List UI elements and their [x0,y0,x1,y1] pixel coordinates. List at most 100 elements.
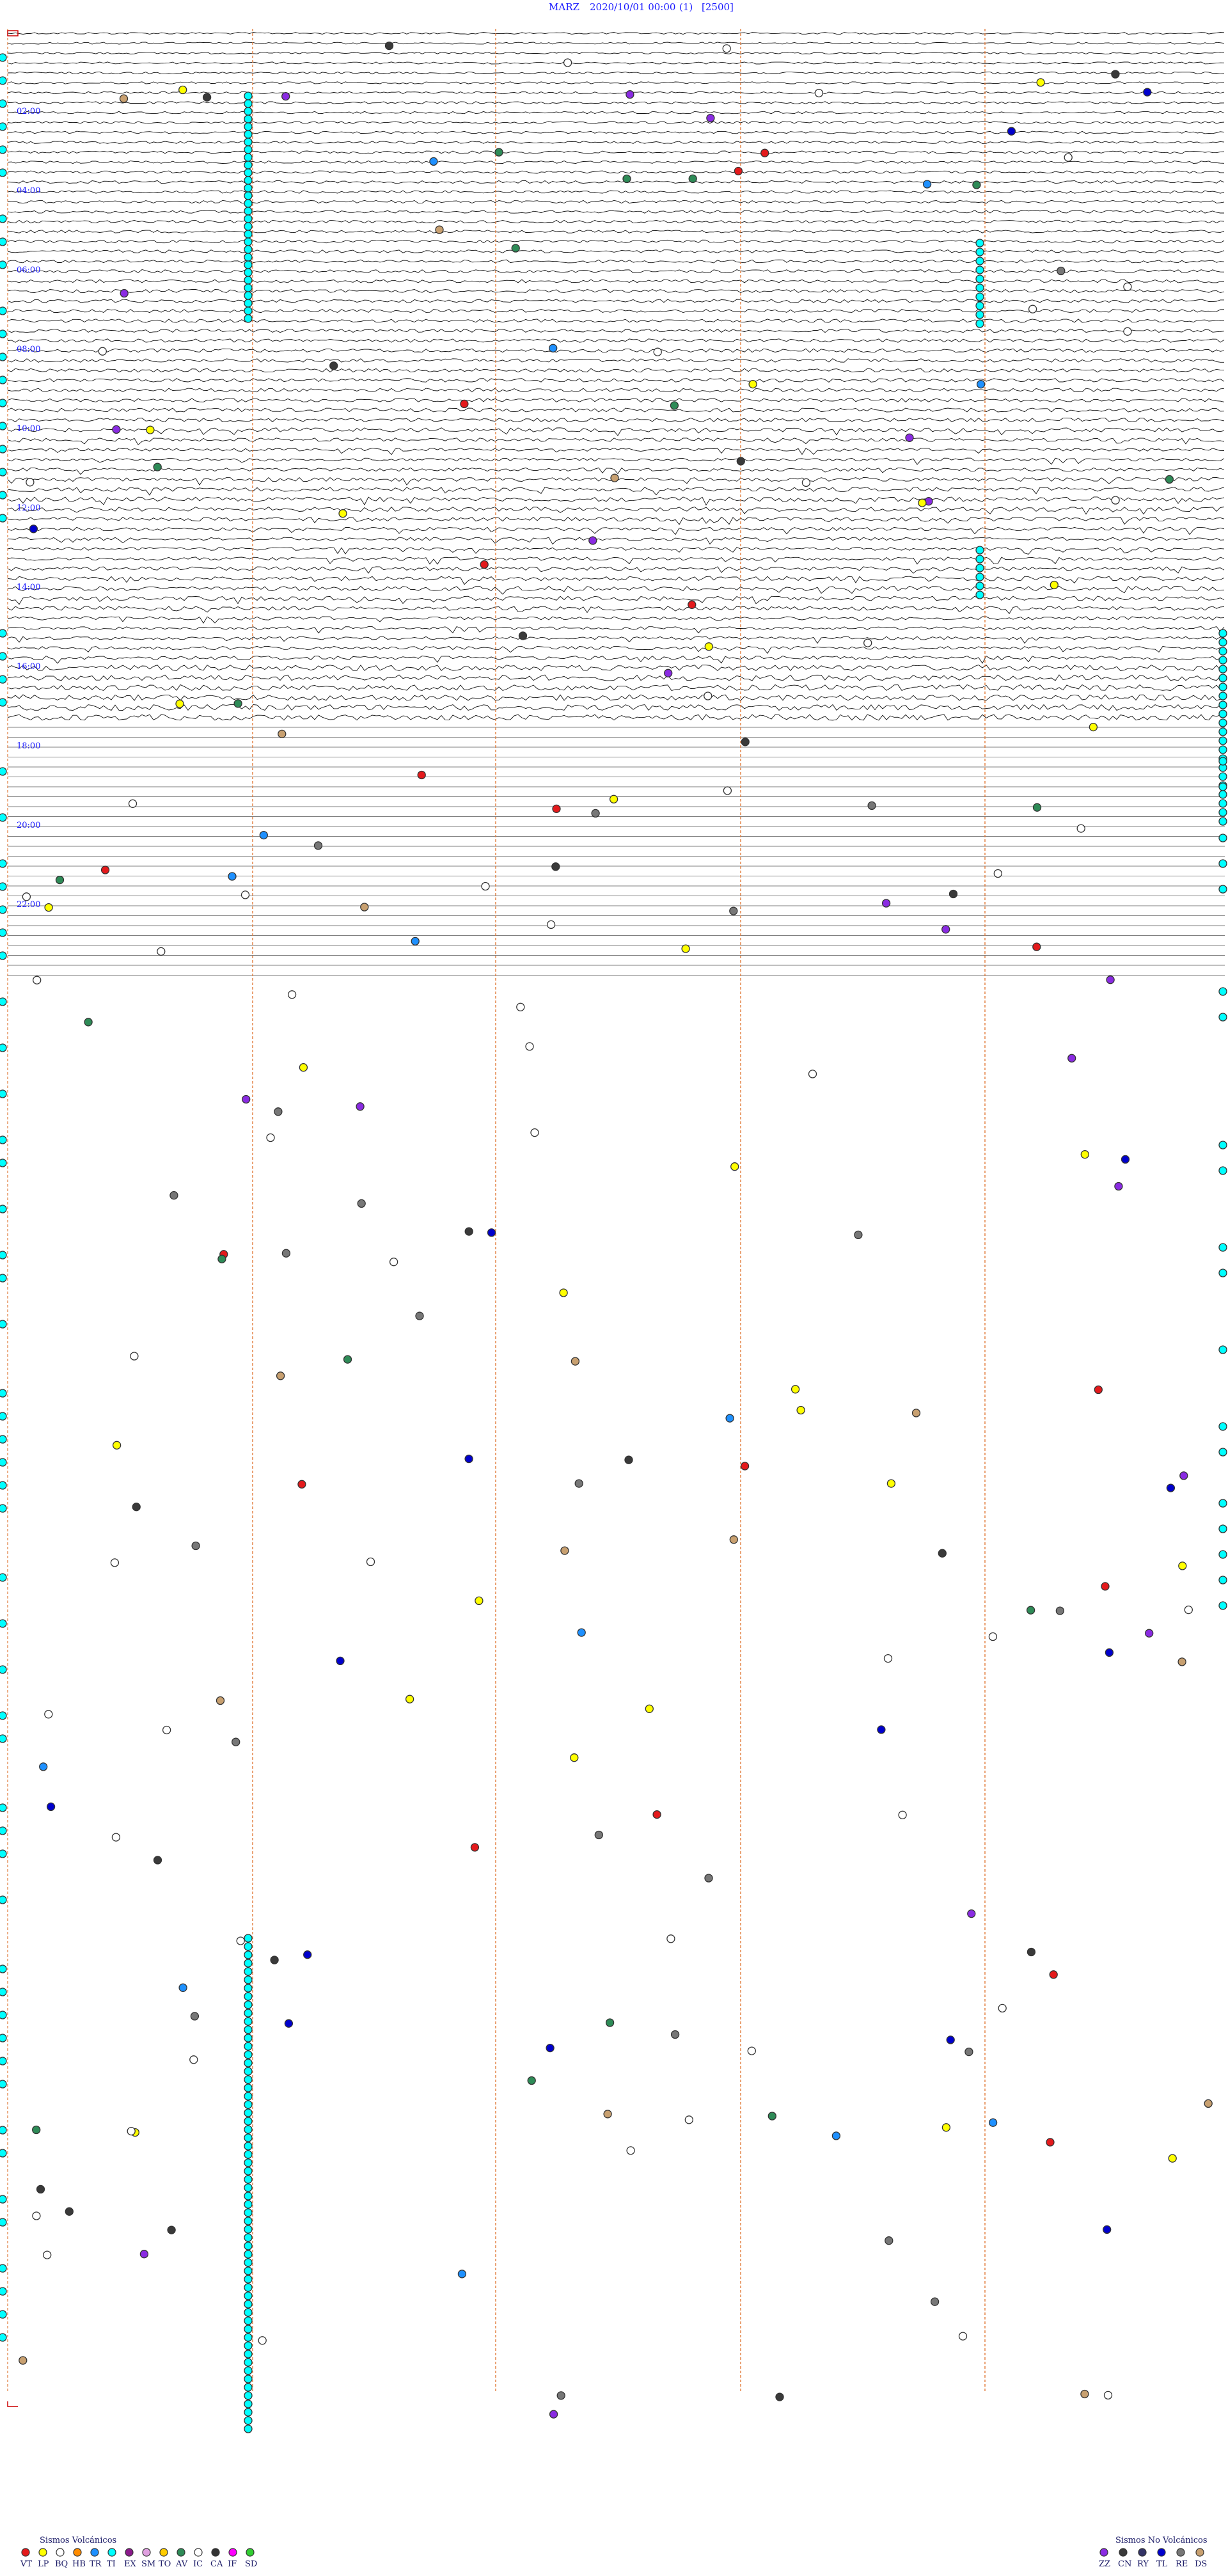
event-marker [1218,638,1227,647]
trace-line [7,239,1225,244]
event-marker [0,237,7,246]
seismogram-traces [7,32,1225,976]
trace-line [7,664,1225,671]
event-marker [1036,78,1045,87]
event-marker [1076,824,1085,833]
event-marker [767,2112,776,2121]
event-marker [244,2125,253,2134]
event-marker [167,2225,176,2234]
event-marker [1218,1448,1227,1457]
event-marker [0,698,7,707]
trace-line [7,378,1225,383]
event-marker [0,76,7,85]
event-marker [563,58,572,67]
event-marker [244,299,253,308]
event-marker [530,1128,539,1137]
event-marker [0,882,7,891]
event-marker [911,1409,921,1418]
event-marker [704,691,712,700]
event-marker [993,869,1002,878]
event-marker [1123,282,1132,291]
event-marker [0,675,7,684]
time-label: 12:00 [17,503,40,513]
event-marker [1032,803,1042,812]
event-marker [244,2183,253,2192]
event-marker [722,44,731,53]
event-marker [157,947,166,956]
event-marker [0,1043,7,1052]
event-marker [244,268,253,277]
time-label: 10:00 [17,424,40,434]
event-marker [270,1956,279,1964]
event-marker [244,2142,253,2151]
event-marker [244,2266,253,2275]
event-marker [0,2011,7,2019]
event-marker [1057,266,1066,276]
event-marker [29,525,38,533]
event-marker [417,770,426,780]
event-marker [975,248,984,257]
event-marker [664,668,673,677]
event-marker [1218,1524,1227,1533]
event-marker [0,399,7,407]
event-marker [0,491,7,500]
event-marker [244,2225,253,2234]
trace-line [7,506,1225,515]
event-marker [162,1725,171,1735]
event-marker [1218,718,1227,727]
event-marker [244,2175,253,2184]
event-marker [216,1696,225,1705]
event-marker [244,2167,253,2176]
trace-line [7,288,1225,294]
event-marker [946,2035,955,2044]
legend-code: CA [210,2559,223,2569]
event-marker [191,1541,200,1551]
event-marker [863,638,872,647]
event-marker [244,2117,253,2126]
event-marker [1218,736,1227,745]
event-marker [1080,1150,1089,1159]
legend-swatch [1157,2548,1166,2557]
event-marker [0,1803,7,1812]
event-marker [244,115,253,123]
trace-line [7,457,1225,465]
event-marker [511,244,520,253]
event-marker [0,1504,7,1513]
event-marker [1123,327,1132,336]
event-marker [0,1619,7,1628]
trace-line [7,170,1224,174]
event-marker [244,314,253,323]
legend-swatch [56,2548,65,2557]
event-marker [244,2341,253,2350]
trace-line [7,319,1225,323]
event-marker [684,2115,693,2124]
trace-line [7,42,1225,45]
legend-code: HB [72,2559,86,2569]
event-marker [236,1936,245,1945]
event-marker [1218,745,1227,754]
event-marker [65,2207,74,2216]
event-marker [1143,88,1152,97]
trace-line [7,398,1225,403]
time-label: 16:00 [17,662,40,672]
event-marker [244,2200,253,2209]
event-marker [1218,629,1227,638]
event-marker [1028,304,1037,313]
event-marker [98,347,107,356]
event-marker [1114,1181,1123,1191]
event-marker [877,1725,886,1734]
event-marker [435,225,444,234]
legend-swatch [142,2548,151,2557]
event-marker [244,1934,253,1943]
event-marker [570,1753,579,1762]
event-marker [0,1205,7,1213]
event-marker [571,1357,580,1366]
event-marker [0,1826,7,1835]
event-marker [729,906,738,915]
event-marker [930,2297,940,2306]
legend-swatch [73,2548,82,2557]
event-marker [190,2012,200,2021]
trace-line [7,130,1225,134]
trace-line [7,150,1225,154]
event-marker [244,2366,253,2375]
